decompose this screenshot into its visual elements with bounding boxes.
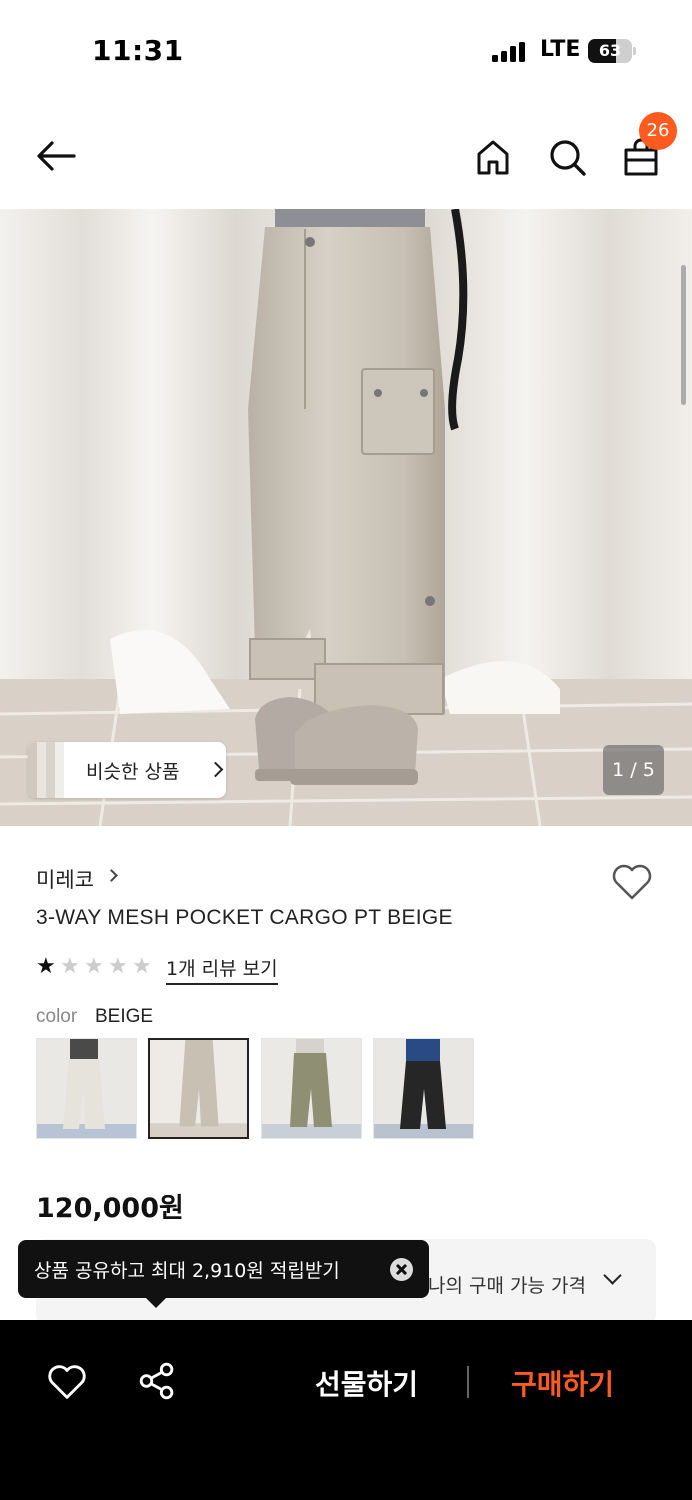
chevron-right-icon <box>105 869 118 882</box>
like-button[interactable] <box>44 1359 90 1405</box>
product-price: 120,000원 <box>36 1193 184 1224</box>
status-time: 11:31 <box>92 34 184 67</box>
color-swatch[interactable] <box>148 1038 249 1139</box>
heart-icon <box>48 1365 86 1399</box>
network-type: LTE <box>540 37 581 62</box>
image-counter: 1 / 5 <box>603 745 664 795</box>
buy-button[interactable]: 구매하기 <box>511 1363 614 1403</box>
swatch-image <box>262 1039 361 1138</box>
color-swatch[interactable] <box>36 1038 137 1139</box>
back-button[interactable] <box>32 133 80 181</box>
cart-count-badge: 26 <box>639 112 677 150</box>
heart-icon <box>612 864 652 900</box>
color-swatch[interactable] <box>261 1038 362 1139</box>
product-title: 3-WAY MESH POCKET CARGO PT BEIGE <box>36 906 453 929</box>
home-icon <box>477 140 509 175</box>
similar-products-label: 비슷한 상품 <box>86 761 180 783</box>
home-button[interactable] <box>469 133 517 181</box>
chevron-down-icon <box>603 1266 622 1285</box>
star-icon: ★ <box>108 954 128 979</box>
product-photo <box>0 209 692 826</box>
wishlist-button[interactable] <box>608 858 656 906</box>
search-icon <box>550 140 586 176</box>
gift-button[interactable]: 선물하기 <box>315 1363 418 1403</box>
search-button[interactable] <box>543 133 591 181</box>
chevron-right-icon <box>207 761 224 778</box>
swatch-image <box>150 1040 247 1137</box>
top-nav <box>0 105 692 209</box>
signal-icon <box>492 42 525 62</box>
close-icon[interactable] <box>390 1258 413 1281</box>
star-icon: ★ <box>84 954 104 979</box>
divider <box>467 1366 469 1398</box>
swatch-image <box>374 1039 473 1138</box>
color-value: BEIGE <box>95 1006 154 1027</box>
star-icon: ★ <box>60 954 80 979</box>
bottom-action-bar: 선물하기 구매하기 <box>0 1320 692 1500</box>
battery-icon: 63 <box>588 39 636 63</box>
star-icon: ★ <box>36 954 56 979</box>
share-reward-tooltip: 상품 공유하고 최대 2,910원 적립받기 <box>18 1240 429 1308</box>
rating-stars: ★ ★ ★ ★ ★ <box>36 955 156 979</box>
color-label: color <box>36 1006 78 1027</box>
scrollbar[interactable] <box>681 265 686 405</box>
tooltip-arrow <box>146 1298 166 1308</box>
back-arrow-icon <box>37 141 76 171</box>
status-bar: 11:31 LTE 63 <box>0 0 692 100</box>
brand-link[interactable]: 미레코 <box>36 864 94 894</box>
tooltip-text: 상품 공유하고 최대 2,910원 적립받기 <box>34 1260 340 1282</box>
star-icon: ★ <box>132 954 152 979</box>
similar-products-button[interactable]: 비슷한 상품 <box>28 742 226 798</box>
battery-level: 63 <box>598 41 622 60</box>
review-link[interactable]: 1개 리뷰 보기 <box>166 954 278 985</box>
swatch-image <box>37 1039 136 1138</box>
my-price-label: 나의 구매 가능 가격 <box>428 1275 586 1297</box>
share-button[interactable] <box>134 1358 180 1404</box>
color-swatch[interactable] <box>373 1038 474 1139</box>
similar-products-thumbnail <box>28 742 64 798</box>
product-image[interactable] <box>0 209 692 826</box>
share-icon <box>139 1362 174 1400</box>
